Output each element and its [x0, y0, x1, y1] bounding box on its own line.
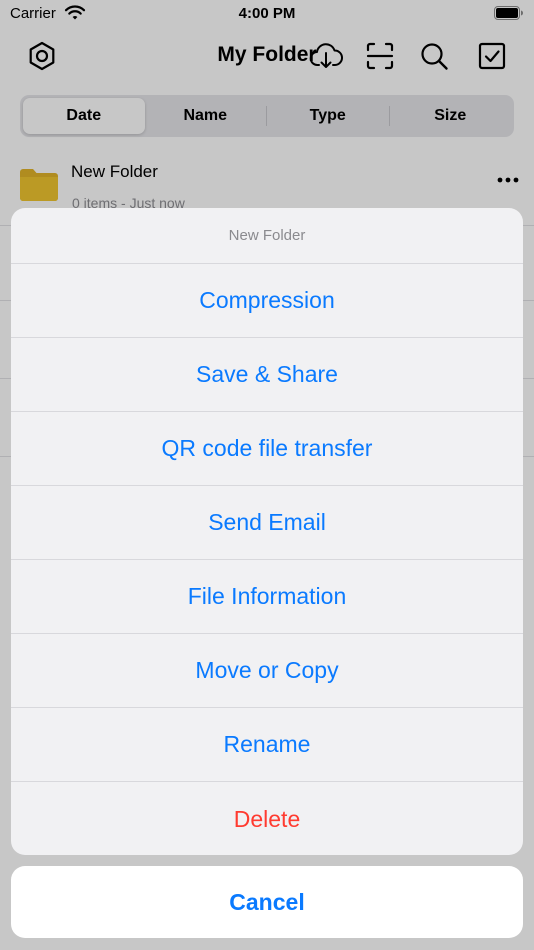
send-email-action[interactable]: Send Email [11, 486, 523, 560]
action-sheet-title: New Folder [11, 208, 523, 264]
action-sheet: New Folder Compression Save & Share QR c… [11, 208, 523, 855]
cancel-button[interactable]: Cancel [11, 866, 523, 938]
file-info-action[interactable]: File Information [11, 560, 523, 634]
delete-action[interactable]: Delete [11, 782, 523, 855]
qr-transfer-action[interactable]: QR code file transfer [11, 412, 523, 486]
save-share-action[interactable]: Save & Share [11, 338, 523, 412]
move-copy-action[interactable]: Move or Copy [11, 634, 523, 708]
rename-action[interactable]: Rename [11, 708, 523, 782]
compression-action[interactable]: Compression [11, 264, 523, 338]
